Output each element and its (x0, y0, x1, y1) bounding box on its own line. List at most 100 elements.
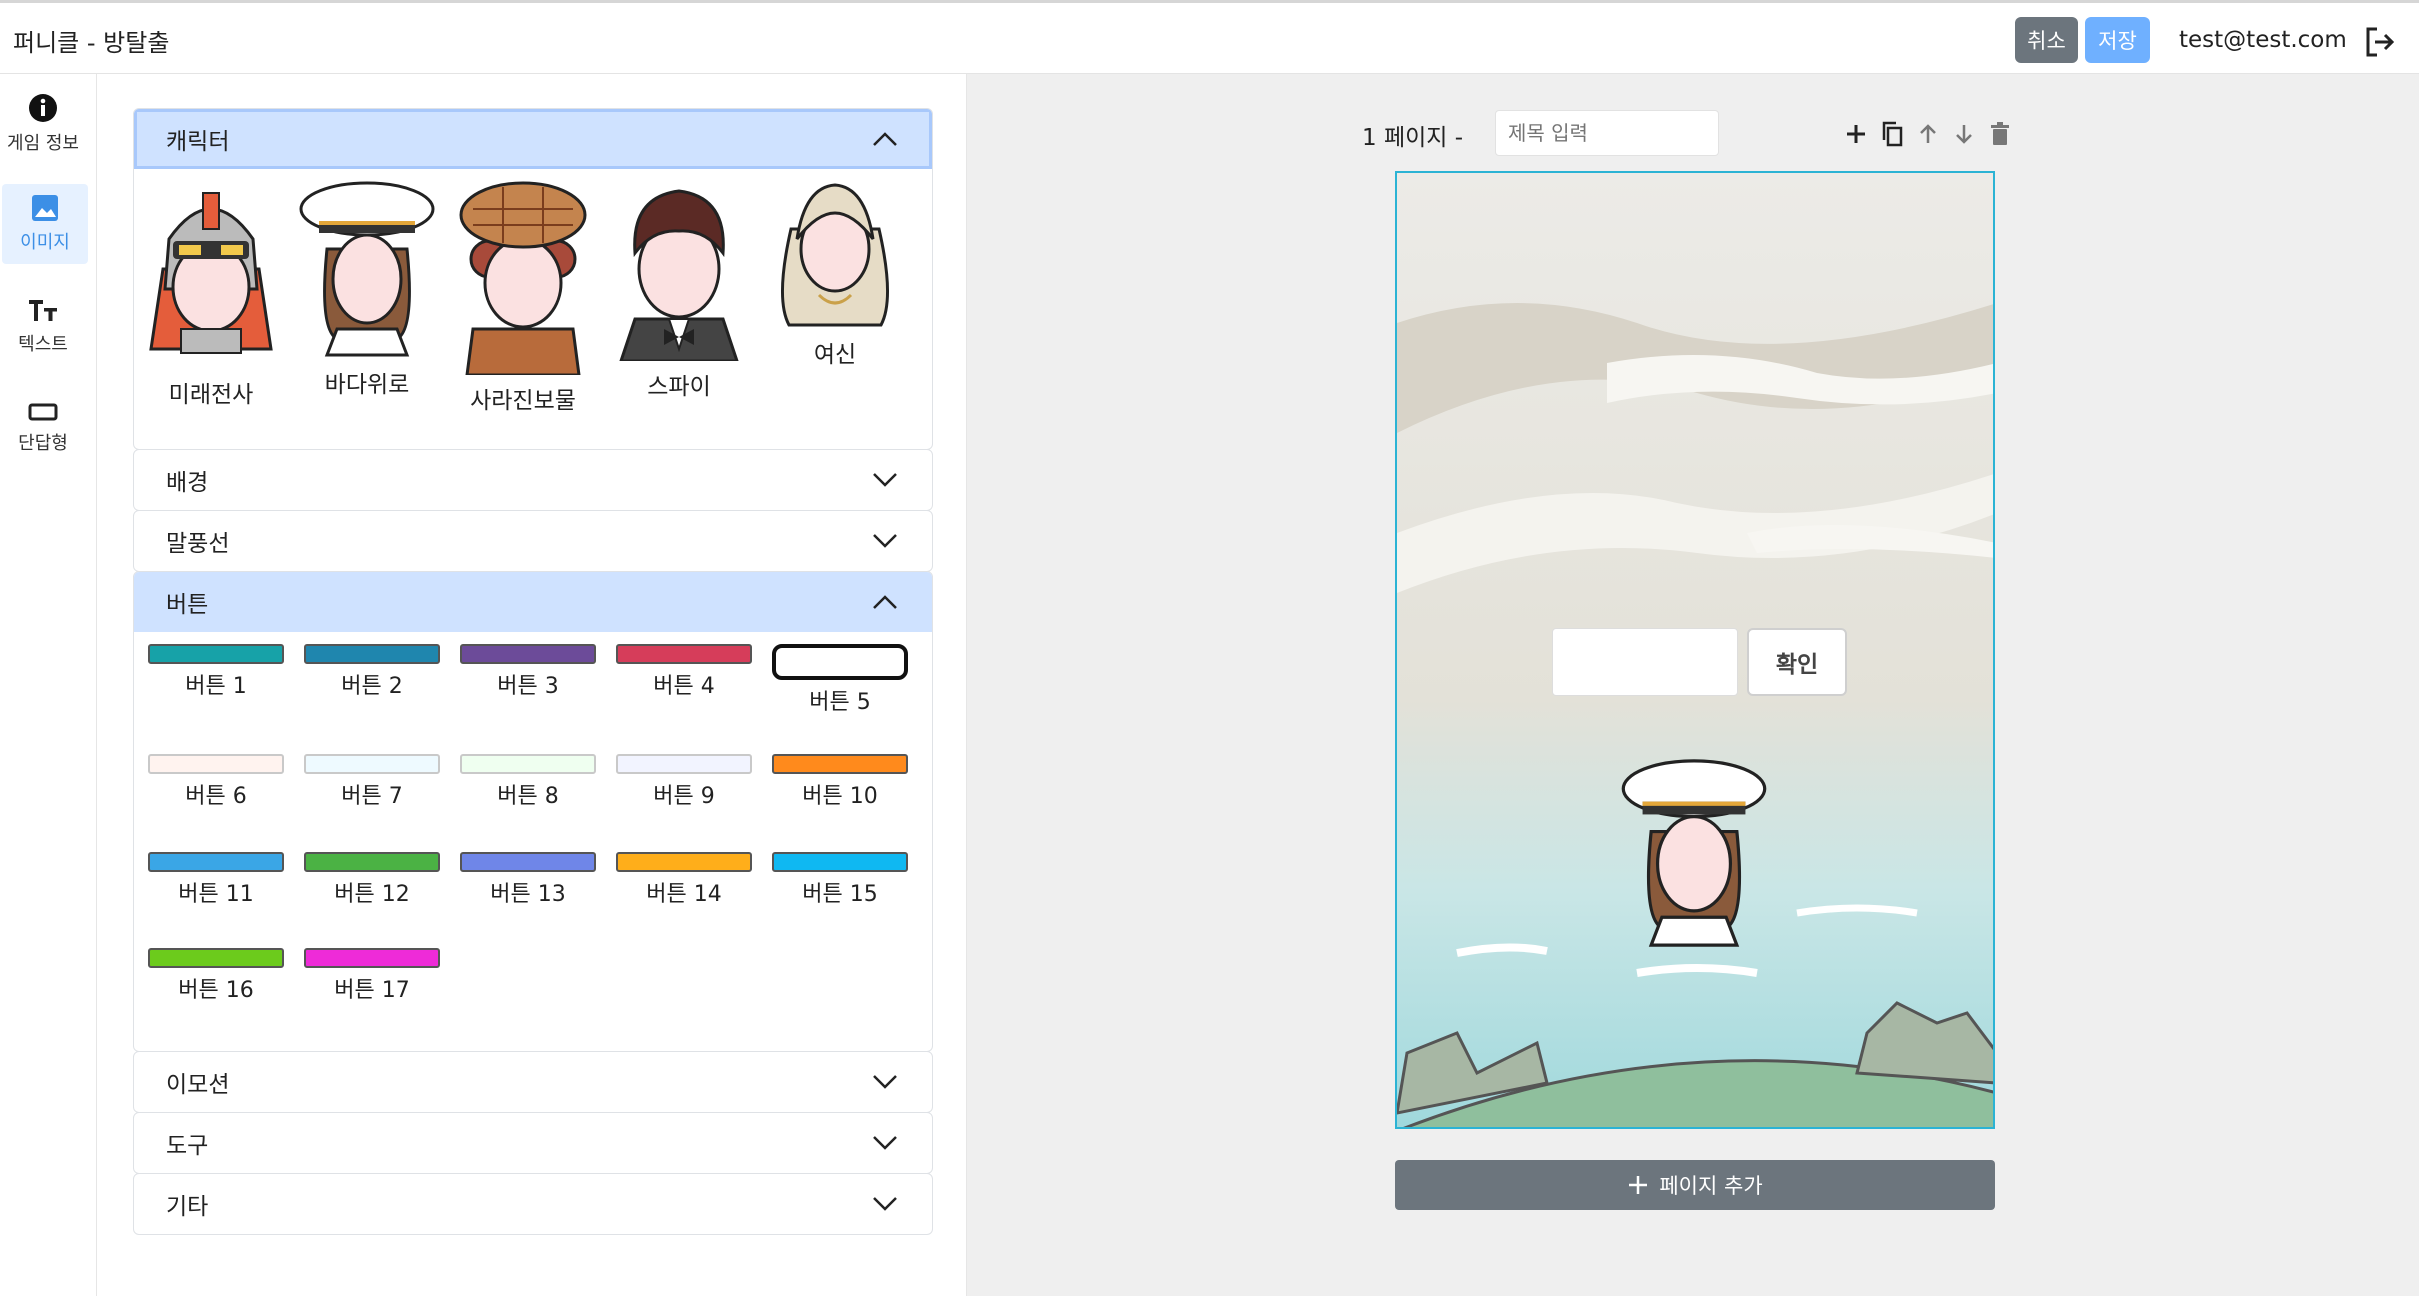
character-label: 사라진보물 (470, 388, 576, 414)
spy-image (618, 189, 740, 363)
accordion-header-emotion[interactable]: 이모션 (134, 1052, 932, 1112)
rail-item-image[interactable]: 이미지 (2, 184, 88, 264)
accordion-title: 말풍선 (166, 531, 230, 557)
button-style-item[interactable]: 버튼 5 (770, 644, 910, 716)
image-icon (32, 195, 58, 221)
accordion-header-button[interactable]: 버튼 (134, 572, 932, 632)
rail-item-game-info[interactable]: 게임 정보 (0, 84, 86, 164)
chevron-down-icon (873, 1197, 897, 1211)
character-label: 바다위로 (324, 372, 410, 398)
rail-item-short-answer[interactable]: 단답형 (0, 388, 86, 468)
character-label: 여신 (813, 342, 857, 368)
rail-item-text[interactable]: 텍스트 (0, 286, 86, 366)
accordion-character: 캐릭터 미래전사 바다위로 사라진보물 스파이 여신 (133, 108, 933, 450)
button-style-label: 버튼 13 (490, 882, 566, 907)
accordion-emotion: 이모션 (133, 1051, 933, 1113)
character-grid: 미래전사 바다위로 사라진보물 스파이 여신 (134, 169, 932, 437)
plus-icon (1629, 1176, 1648, 1194)
page-number-label: 1 페이지 - (1362, 125, 1464, 151)
accordion-header-tool[interactable]: 도구 (134, 1113, 932, 1173)
arrow-down-icon[interactable] (1950, 120, 1978, 148)
character-item[interactable]: 여신 (760, 179, 910, 369)
button-style-swatch (616, 754, 752, 774)
button-style-item[interactable]: 버튼 3 (458, 644, 598, 700)
arrow-up-icon[interactable] (1914, 120, 1942, 148)
button-style-item[interactable]: 버튼 6 (146, 754, 286, 810)
info-icon (29, 94, 57, 122)
chevron-down-icon (873, 1075, 897, 1089)
character-item[interactable]: 사라진보물 (448, 179, 598, 415)
rail-item-label: 게임 정보 (7, 133, 79, 154)
button-style-item[interactable]: 버튼 1 (146, 644, 286, 700)
button-style-swatch (616, 852, 752, 872)
accordion-title: 캐릭터 (166, 129, 230, 155)
accordion-tool: 도구 (133, 1112, 933, 1174)
character-label: 스파이 (647, 374, 711, 400)
button-style-item[interactable]: 버튼 14 (614, 852, 754, 908)
button-style-item[interactable]: 버튼 4 (614, 644, 754, 700)
save-button[interactable]: 저장 (2085, 17, 2150, 63)
button-style-swatch (148, 852, 284, 872)
rail-item-label: 텍스트 (18, 334, 68, 355)
button-style-item[interactable]: 버튼 8 (458, 754, 598, 810)
character-item[interactable]: 바다위로 (292, 179, 442, 399)
page-canvas[interactable]: 확인 (1395, 171, 1995, 1129)
button-style-item[interactable]: 버튼 2 (302, 644, 442, 700)
button-style-item[interactable]: 버튼 16 (146, 948, 286, 1004)
chevron-down-icon (873, 473, 897, 487)
chevron-up-icon (873, 132, 897, 146)
button-style-label: 버튼 8 (497, 784, 559, 809)
detective-image (459, 181, 587, 377)
trash-icon[interactable] (1986, 120, 2014, 148)
accordion-header-background[interactable]: 배경 (134, 450, 932, 510)
button-style-item[interactable]: 버튼 12 (302, 852, 442, 908)
button-style-item[interactable]: 버튼 17 (302, 948, 442, 1004)
button-style-label: 버튼 16 (178, 978, 254, 1003)
button-style-swatch (772, 852, 908, 872)
button-style-label: 버튼 3 (497, 674, 559, 699)
accordion-header-character[interactable]: 캐릭터 (134, 109, 932, 169)
accordion-background: 배경 (133, 449, 933, 511)
placed-character-image[interactable] (1619, 753, 1769, 953)
button-style-item[interactable]: 버튼 7 (302, 754, 442, 810)
character-item[interactable]: 미래전사 (136, 179, 286, 409)
button-style-label: 버튼 12 (334, 882, 410, 907)
page-toolbar (1842, 120, 2014, 148)
top-header: 퍼니클 - 방탈출 취소 저장 test@test.com (0, 0, 2419, 74)
button-style-item[interactable]: 버튼 10 (770, 754, 910, 810)
button-style-item[interactable]: 버튼 15 (770, 852, 910, 908)
rail-item-label: 이미지 (20, 232, 70, 253)
short-answer-icon (28, 403, 58, 421)
character-item[interactable]: 스파이 (604, 179, 754, 401)
button-style-swatch (460, 754, 596, 774)
button-style-swatch (772, 754, 908, 774)
button-style-grid: 버튼 1 버튼 2 버튼 3 버튼 4 버튼 5 버튼 6 버튼 7 버튼 8 버튼 9 버튼 1… (134, 632, 932, 1051)
accordion-title: 배경 (166, 470, 209, 496)
accordion-header-etc[interactable]: 기타 (134, 1174, 932, 1234)
accordion-header-speech-bubble[interactable]: 말풍선 (134, 511, 932, 571)
character-label: 미래전사 (168, 382, 254, 408)
confirm-button[interactable]: 확인 (1747, 628, 1847, 696)
accordion-title: 이모션 (166, 1072, 230, 1098)
button-style-item[interactable]: 버튼 13 (458, 852, 598, 908)
button-style-swatch (616, 644, 752, 664)
button-style-label: 버튼 1 (185, 674, 247, 699)
future-warrior-image (149, 192, 273, 354)
button-style-swatch (460, 852, 596, 872)
add-icon[interactable] (1842, 120, 1870, 148)
button-style-item[interactable]: 버튼 9 (614, 754, 754, 810)
page-title-input[interactable] (1495, 110, 1719, 156)
button-style-item[interactable]: 버튼 11 (146, 852, 286, 908)
logout-icon[interactable] (2363, 25, 2397, 59)
add-page-button[interactable]: 페이지 추가 (1395, 1160, 1995, 1210)
button-style-swatch (772, 644, 908, 680)
button-style-label: 버튼 4 (653, 674, 715, 699)
button-style-swatch (148, 754, 284, 774)
button-style-label: 버튼 7 (341, 784, 403, 809)
answer-input-box[interactable] (1552, 628, 1738, 696)
button-style-label: 버튼 2 (341, 674, 403, 699)
copy-icon[interactable] (1878, 120, 1906, 148)
button-style-label: 버튼 15 (802, 882, 878, 907)
button-style-swatch (148, 948, 284, 968)
cancel-button[interactable]: 취소 (2015, 17, 2078, 63)
